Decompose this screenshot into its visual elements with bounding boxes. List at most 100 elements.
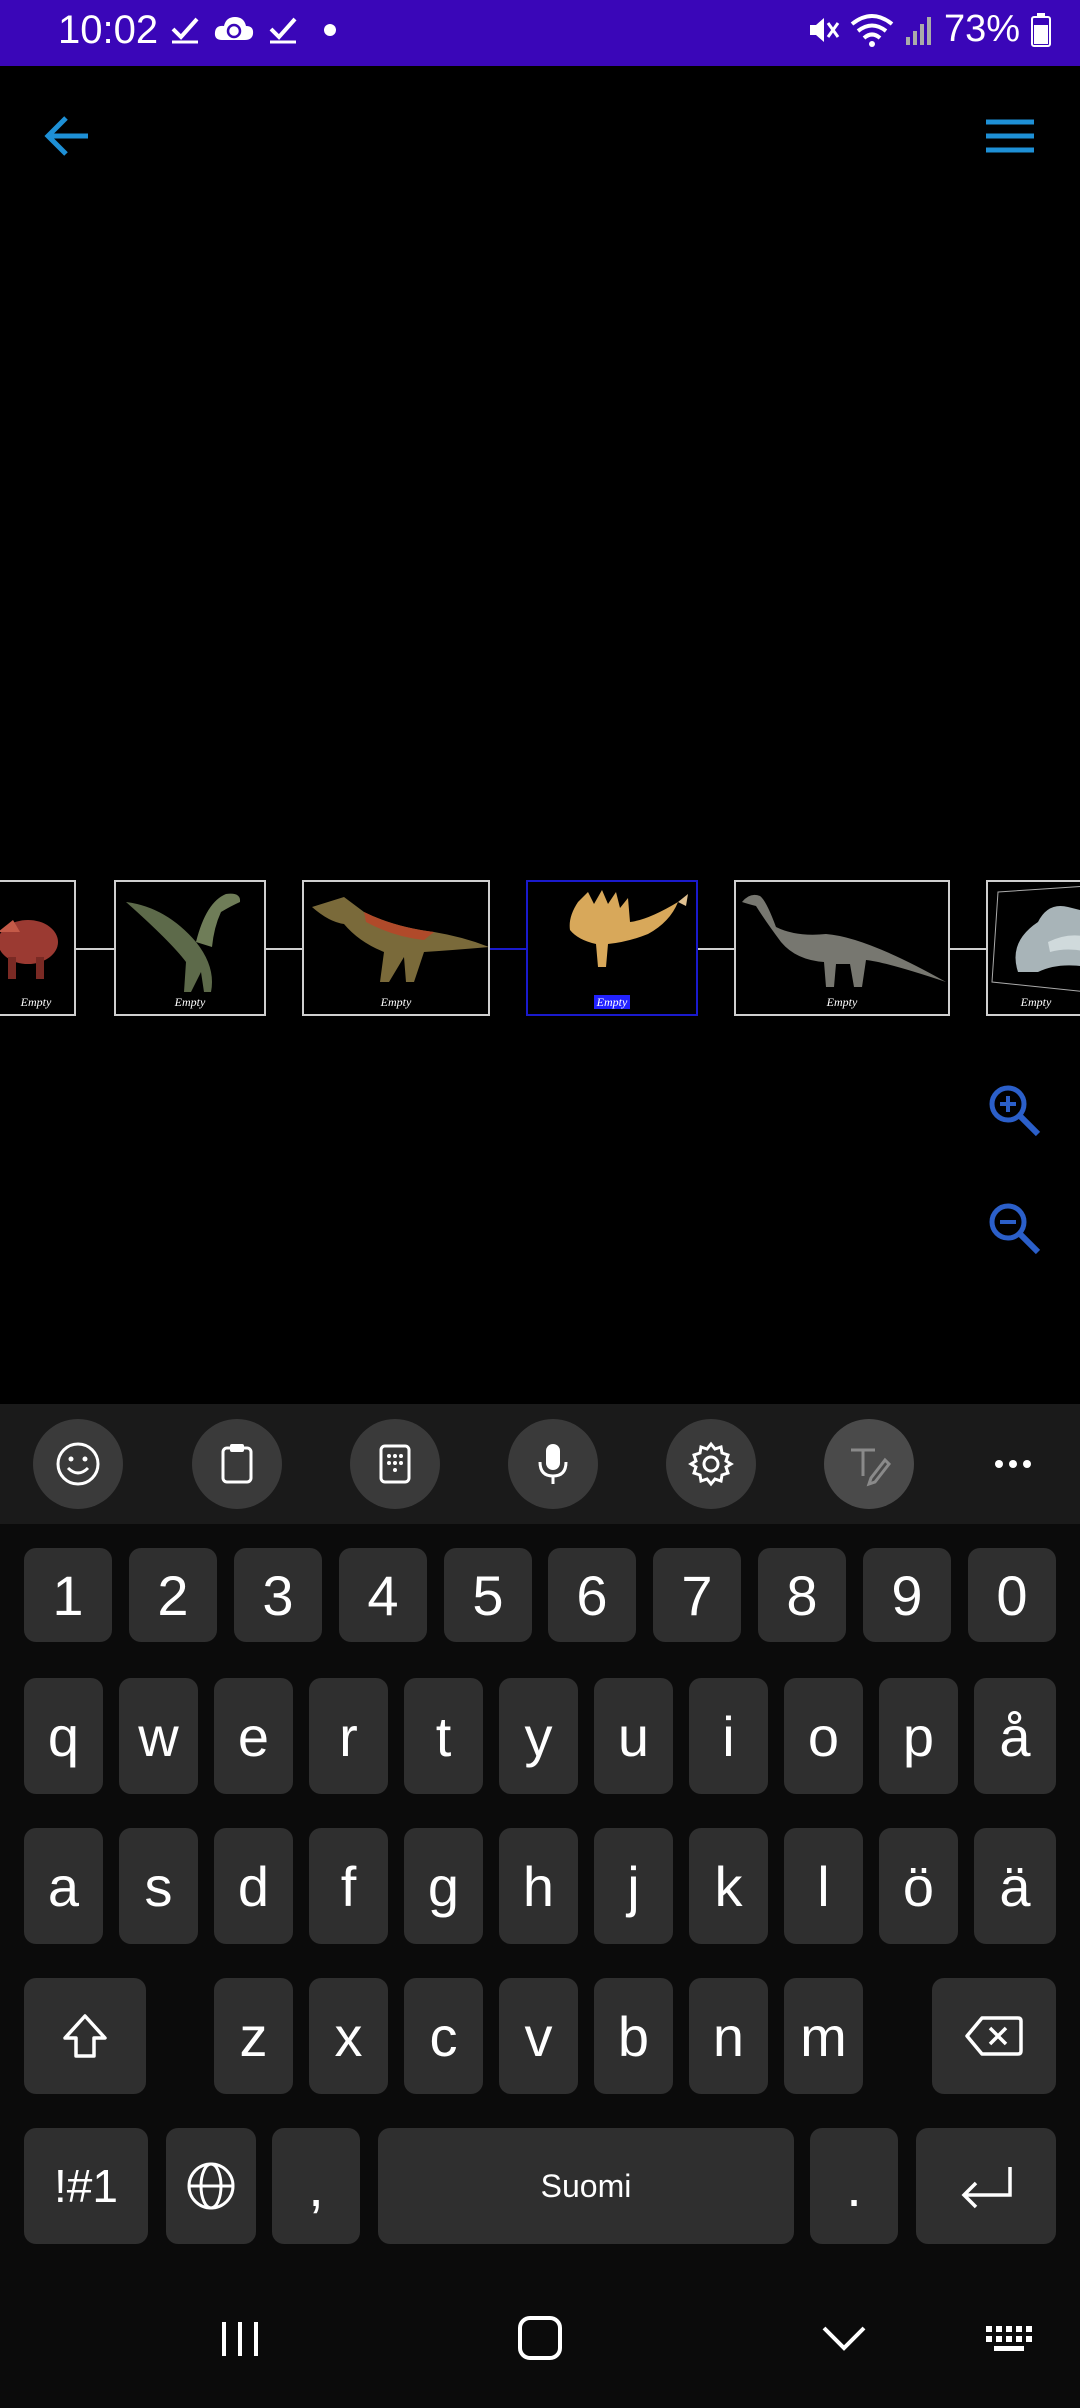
key-i[interactable]: i [689,1678,768,1794]
timeline-node[interactable]: Empty [986,880,1080,1016]
globe-icon [187,2162,235,2210]
zoom-out-button[interactable] [986,1200,1042,1256]
backspace-icon [965,2016,1023,2056]
cloud-sync-icon [214,17,254,40]
node-caption: Empty [380,995,412,1009]
emoji-icon [56,1442,100,1486]
battery-icon [1031,12,1051,47]
key-x[interactable]: x [309,1978,388,2094]
hamburger-menu-icon [986,119,1034,153]
key-2[interactable]: 2 [129,1548,217,1642]
key-m[interactable]: m [784,1978,863,2094]
language-key[interactable] [166,2128,256,2244]
back-button[interactable] [40,108,96,164]
backspace-key[interactable] [932,1978,1056,2094]
key-e[interactable]: e [214,1678,293,1794]
timeline-link [950,948,988,950]
status-time: 10:02 [58,8,159,52]
key-a[interactable]: a [24,1828,103,1944]
arrow-left-icon [44,116,88,156]
enter-key[interactable] [916,2128,1056,2244]
keypad-button[interactable] [350,1419,440,1509]
keyboard: 1 2 3 4 5 6 7 8 9 0 q w e r t y u i o p … [0,1404,1080,2408]
back-chevron-icon [822,2326,866,2351]
recent-apps-button[interactable] [210,2308,270,2368]
key-o-umlaut[interactable]: ö [879,1828,958,1944]
period-key[interactable]: . [810,2128,898,2244]
dinosaur-thumbnail [742,894,946,987]
space-key[interactable]: Suomi [378,2128,794,2244]
zoom-in-icon [989,1085,1041,1137]
key-4[interactable]: 4 [339,1548,427,1642]
key-a-ring[interactable]: å [974,1678,1056,1794]
back-nav-button[interactable] [814,2308,874,2368]
emoji-button[interactable] [33,1419,123,1509]
dinosaur-thumbnail [569,890,688,967]
shift-key[interactable] [24,1978,146,2094]
key-a-umlaut[interactable]: ä [974,1828,1056,1944]
home-button[interactable] [510,2308,570,2368]
timeline-node[interactable]: Empty [302,880,490,1016]
key-r[interactable]: r [309,1678,388,1794]
keyboard-icon [986,2326,1032,2351]
key-p[interactable]: p [879,1678,958,1794]
settings-button[interactable] [666,1419,756,1509]
key-k[interactable]: k [689,1828,768,1944]
navigation-bar [0,2280,1080,2408]
recent-apps-icon [222,2322,258,2356]
handwriting-button[interactable] [824,1419,914,1509]
key-z[interactable]: z [214,1978,293,2094]
key-h[interactable]: h [499,1828,578,1944]
key-d[interactable]: d [214,1828,293,1944]
dinosaur-thumbnail [312,897,488,982]
node-caption: Empty [1020,995,1052,1009]
battery-percent: 73% [943,8,1020,50]
key-y[interactable]: y [499,1678,578,1794]
dinosaur-thumbnail [991,886,1080,992]
key-l[interactable]: l [784,1828,863,1944]
node-caption: Empty [593,995,631,1009]
comma-key[interactable]: , [272,2128,360,2244]
key-b[interactable]: b [594,1978,673,2094]
clipboard-button[interactable] [192,1419,282,1509]
key-f[interactable]: f [309,1828,388,1944]
key-3[interactable]: 3 [234,1548,322,1642]
key-9[interactable]: 9 [863,1548,951,1642]
key-q[interactable]: q [24,1678,103,1794]
menu-button[interactable] [982,110,1038,166]
key-6[interactable]: 6 [548,1548,636,1642]
keypad-icon [379,1444,411,1484]
more-button[interactable] [968,1419,1058,1509]
key-j[interactable]: j [594,1828,673,1944]
key-5[interactable]: 5 [444,1548,532,1642]
timeline-node[interactable]: Empty [0,880,76,1016]
key-0[interactable]: 0 [968,1548,1056,1642]
check-icon [171,17,199,44]
key-w[interactable]: w [119,1678,198,1794]
key-s[interactable]: s [119,1828,198,1944]
key-o[interactable]: o [784,1678,863,1794]
key-1[interactable]: 1 [24,1548,112,1642]
microphone-icon [538,1444,568,1484]
timeline-node[interactable]: Empty [114,880,266,1016]
zoom-in-button[interactable] [986,1082,1042,1138]
timeline-node[interactable]: Empty [526,880,698,1016]
key-c[interactable]: c [404,1978,483,2094]
key-8[interactable]: 8 [758,1548,846,1642]
timeline: Empty Empty Empty Empty Empty Empty [0,880,1080,1020]
key-n[interactable]: n [689,1978,768,2094]
more-icon [995,1460,1031,1468]
keyboard-switch-button[interactable] [980,2308,1040,2368]
key-v[interactable]: v [499,1978,578,2094]
voice-input-button[interactable] [508,1419,598,1509]
key-g[interactable]: g [404,1828,483,1944]
timeline-node[interactable]: Empty [734,880,950,1016]
key-u[interactable]: u [594,1678,673,1794]
dinosaur-thumbnail [126,893,241,992]
key-t[interactable]: t [404,1678,483,1794]
key-7[interactable]: 7 [653,1548,741,1642]
mute-icon [809,17,840,42]
node-caption: Empty [826,995,858,1009]
symbols-key[interactable]: !#1 [24,2128,148,2244]
status-bar: 10:02 73% [0,0,1080,66]
